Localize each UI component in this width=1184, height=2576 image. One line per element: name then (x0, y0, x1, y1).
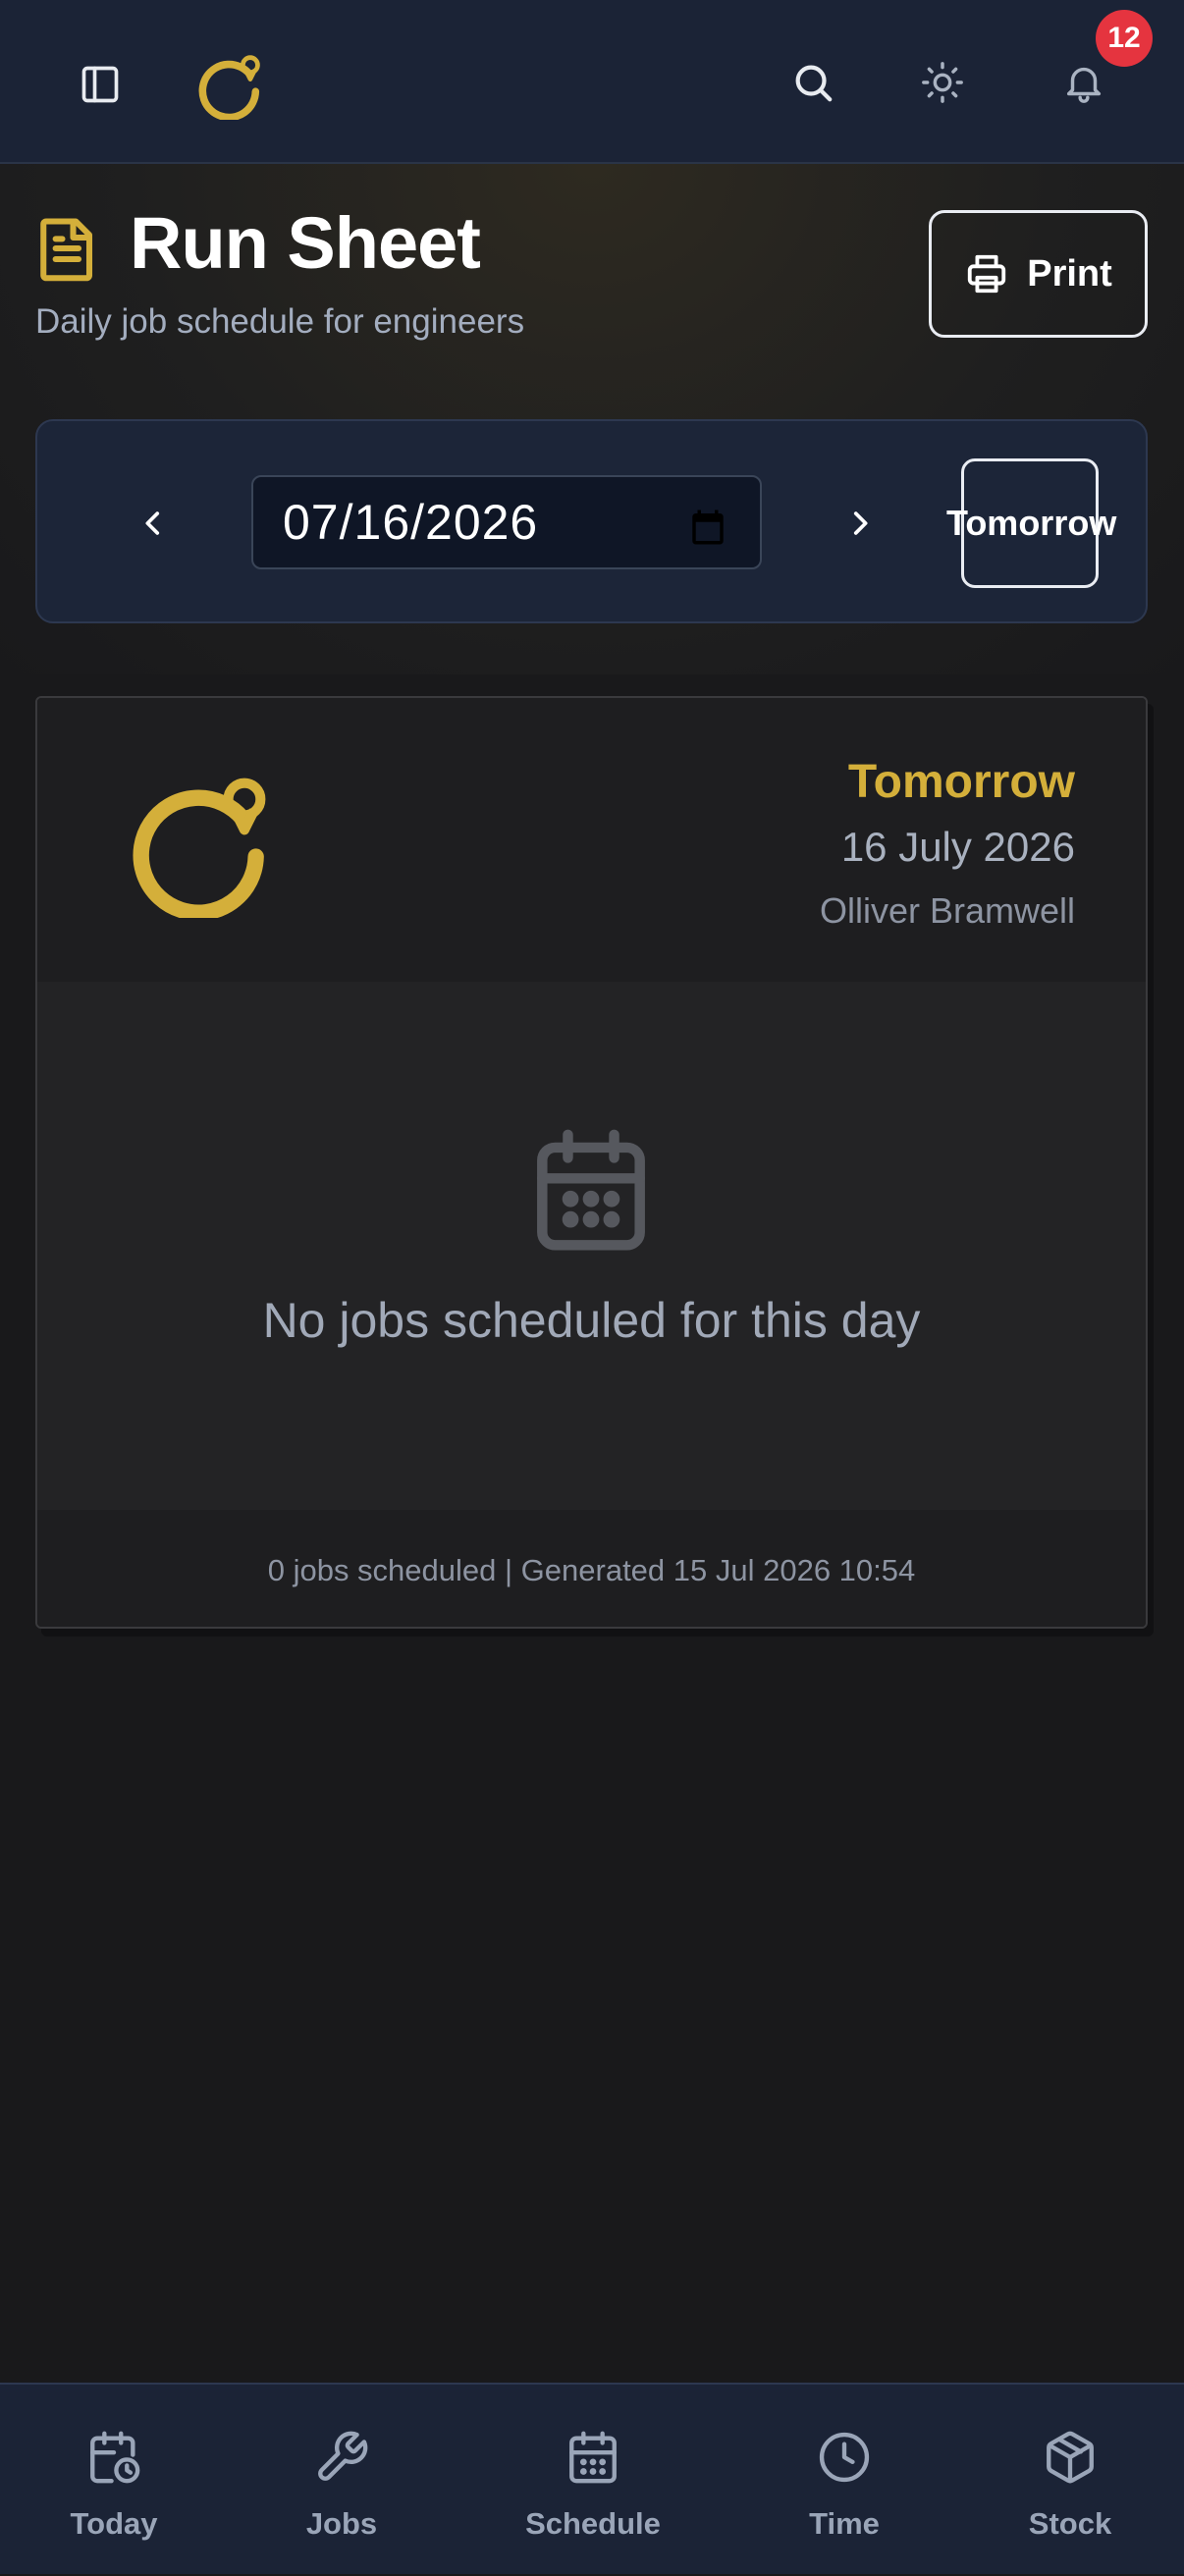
empty-state-message: No jobs scheduled for this day (262, 1293, 921, 1348)
run-sheet-card-header: Tomorrow 16 July 2026 Olliver Bramwell (37, 698, 1146, 982)
bottom-navigation: Today Jobs Schedule Time Stock (0, 2383, 1184, 2574)
engineer-name: Olliver Bramwell (819, 890, 1075, 931)
page-subtitle: Daily job schedule for engineers (35, 302, 525, 341)
notification-count-badge: 12 (1096, 10, 1153, 67)
search-icon[interactable] (781, 51, 844, 114)
nav-item-stock[interactable]: Stock (972, 2385, 1168, 2576)
printer-icon (968, 254, 1006, 294)
document-icon (35, 212, 104, 287)
calendar-picker-icon[interactable] (687, 503, 728, 560)
nav-label-time: Time (809, 2506, 880, 2541)
run-sheet-footer: 0 jobs scheduled | Generated 15 Jul 2026… (37, 1510, 1146, 1627)
sheet-date: 16 July 2026 (840, 824, 1075, 870)
theme-toggle-sun-icon[interactable] (911, 51, 974, 114)
day-label: Tomorrow (847, 756, 1075, 808)
tomorrow-button[interactable]: Tomorrow (946, 458, 1116, 588)
empty-state: No jobs scheduled for this day (37, 982, 1146, 1510)
calendar-clock-icon (85, 2426, 142, 2489)
sidebar-toggle-icon[interactable] (69, 53, 132, 116)
next-day-chevron-icon[interactable] (829, 492, 891, 555)
previous-day-chevron-icon[interactable] (122, 492, 185, 555)
calendar-grid-icon (565, 2426, 621, 2489)
app-logo-icon[interactable] (192, 45, 271, 124)
page-title: Run Sheet (130, 202, 481, 284)
date-input-value: 07/16/2026 (283, 495, 539, 550)
nav-label-schedule: Schedule (525, 2506, 661, 2541)
date-input[interactable]: 07/16/2026 (251, 475, 762, 569)
box-icon (1042, 2426, 1099, 2489)
nav-item-time[interactable]: Time (746, 2385, 942, 2576)
nav-label-today: Today (70, 2506, 158, 2541)
nav-label-stock: Stock (1028, 2506, 1112, 2541)
print-button-label: Print (1027, 252, 1112, 295)
clock-icon (816, 2426, 873, 2489)
company-logo-icon (128, 765, 285, 922)
wrench-icon (313, 2426, 370, 2489)
date-navigation-bar: 07/16/2026 Tomorrow (35, 419, 1148, 623)
empty-calendar-icon (529, 1127, 657, 1264)
tomorrow-button-label: Tomorrow (946, 503, 1117, 543)
top-bar: 12 (0, 0, 1184, 164)
nav-item-jobs[interactable]: Jobs (243, 2385, 440, 2576)
nav-item-today[interactable]: Today (16, 2385, 212, 2576)
nav-label-jobs: Jobs (305, 2506, 378, 2541)
print-button[interactable]: Print (929, 210, 1148, 338)
nav-item-schedule[interactable]: Schedule (495, 2385, 691, 2576)
run-sheet-card: Tomorrow 16 July 2026 Olliver Bramwell N… (35, 696, 1148, 1629)
